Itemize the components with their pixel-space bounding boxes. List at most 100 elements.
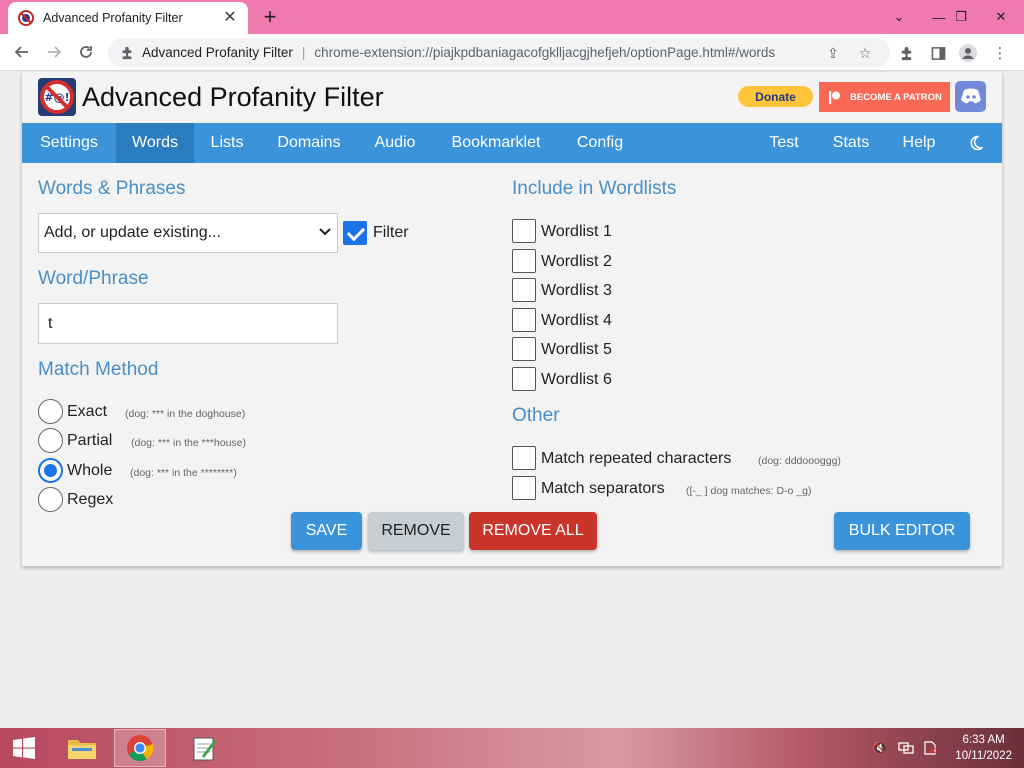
bookmark-star-icon[interactable]: ☆: [856, 44, 874, 62]
wordlist-2-checkbox[interactable]: [512, 249, 536, 273]
site-chip-label: Advanced Profanity Filter: [142, 45, 293, 60]
clock-time: 6:33 AM: [962, 734, 1005, 746]
nav-words[interactable]: Words: [116, 123, 194, 163]
match-partial-label: Partial: [67, 432, 113, 449]
extensions-icon[interactable]: [896, 43, 916, 63]
chevron-down-icon: [319, 225, 331, 239]
word-phrase-value: t: [48, 314, 53, 332]
match-exact-radio[interactable]: [38, 399, 63, 424]
word-phrase-input[interactable]: t: [38, 303, 338, 344]
match-separators-label: Match separators: [541, 480, 665, 497]
wordlist-6-label: Wordlist 6: [541, 371, 612, 388]
chrome-icon: [127, 735, 154, 762]
side-panel-icon[interactable]: [928, 43, 948, 63]
match-repeated-checkbox[interactable]: [512, 446, 536, 470]
address-separator: |: [301, 45, 306, 60]
nav-audio[interactable]: Audio: [358, 123, 432, 163]
match-separators-checkbox[interactable]: [512, 476, 536, 500]
patreon-icon: [829, 90, 840, 104]
back-button[interactable]: [9, 39, 35, 65]
match-exact-label: Exact: [67, 403, 108, 420]
nav-stats[interactable]: Stats: [817, 123, 885, 163]
wordlist-3-checkbox[interactable]: [512, 278, 536, 302]
restore-button[interactable]: ❐: [944, 0, 978, 34]
match-repeated-hint: (dog: dddoooggg): [758, 455, 841, 467]
wordlist-5-checkbox[interactable]: [512, 337, 536, 361]
word-select[interactable]: Add, or update existing...: [38, 213, 338, 253]
reload-button[interactable]: [73, 39, 99, 65]
nav-lists[interactable]: Lists: [194, 123, 260, 163]
nav-help[interactable]: Help: [888, 123, 950, 163]
system-clock[interactable]: 6:33 AM 10/11/2022: [955, 732, 1012, 764]
save-button[interactable]: SAVE: [291, 512, 362, 550]
browser-tab[interactable]: Advanced Profanity Filter ✕: [8, 2, 248, 34]
notepad-icon: [193, 737, 216, 761]
nav-domains[interactable]: Domains: [260, 123, 358, 163]
close-window-button[interactable]: ✕: [984, 0, 1018, 34]
wordlist-4-label: Wordlist 4: [541, 312, 612, 329]
nav-config[interactable]: Config: [560, 123, 640, 163]
moon-icon: [970, 135, 984, 151]
puzzle-icon: [122, 46, 132, 59]
notepad-taskbar-button[interactable]: [178, 729, 230, 767]
windows-logo-icon: [13, 737, 35, 759]
discord-icon: [960, 88, 981, 104]
nav-bookmarklet[interactable]: Bookmarklet: [432, 123, 560, 163]
new-tab-button[interactable]: +: [258, 6, 282, 28]
dark-mode-toggle[interactable]: [954, 123, 998, 163]
wordlists-title: Include in Wordlists: [512, 178, 677, 199]
address-bar[interactable]: Advanced Profanity Filter | chrome-exten…: [108, 38, 890, 67]
wordlist-4-checkbox[interactable]: [512, 308, 536, 332]
match-regex-radio[interactable]: [38, 487, 63, 512]
remove-button[interactable]: REMOVE: [368, 512, 464, 550]
extension-favicon-icon: [18, 10, 34, 26]
tab-search-icon[interactable]: ⌄: [882, 0, 916, 34]
start-button[interactable]: [0, 729, 48, 767]
bulk-editor-button[interactable]: BULK EDITOR: [834, 512, 970, 550]
discord-button[interactable]: [955, 81, 986, 112]
other-title: Other: [512, 405, 560, 426]
match-whole-label: Whole: [67, 462, 113, 479]
match-separators-hint: ([-_ ] dog matches: D-o _g): [686, 485, 812, 497]
tab-close-icon[interactable]: ✕: [222, 10, 238, 26]
wordlist-6-checkbox[interactable]: [512, 367, 536, 391]
wordlist-3-label: Wordlist 3: [541, 282, 612, 299]
wordlist-2-label: Wordlist 2: [541, 253, 612, 270]
url-text: chrome-extension://piajkpdbaniagacofgkll…: [314, 45, 776, 60]
forward-button[interactable]: [41, 39, 67, 65]
arrow-left-icon: [14, 46, 28, 58]
match-partial-radio[interactable]: [38, 428, 63, 453]
action-center-icon[interactable]: [922, 740, 938, 756]
share-icon[interactable]: ⇪: [824, 44, 842, 62]
nav-test[interactable]: Test: [753, 123, 815, 163]
network-icon[interactable]: [898, 740, 914, 756]
profile-avatar-icon[interactable]: [958, 43, 978, 63]
match-method-title: Match Method: [38, 359, 159, 380]
reload-icon: [80, 46, 92, 58]
browser-titlebar: Advanced Profanity Filter ✕ + ⌄ — ❐ ✕: [0, 0, 1024, 34]
main-nav: Settings Words Lists Domains Audio Bookm…: [22, 123, 1002, 163]
remove-all-button[interactable]: REMOVE ALL: [469, 512, 597, 550]
match-regex-label: Regex: [67, 491, 114, 508]
chrome-taskbar-button[interactable]: [114, 729, 166, 767]
nav-settings[interactable]: Settings: [22, 123, 116, 163]
app-title: Advanced Profanity Filter: [82, 82, 384, 112]
donate-button[interactable]: Donate: [738, 86, 813, 107]
windows-taskbar: 🔇 6:33 AM 10/11/2022: [0, 728, 1024, 768]
file-explorer-button[interactable]: [56, 729, 108, 767]
match-exact-hint: (dog: *** in the doghouse): [125, 408, 246, 420]
person-icon: [959, 44, 977, 62]
wordlist-1-checkbox[interactable]: [512, 219, 536, 243]
page: #@! Advanced Profanity Filter Donate BEC…: [0, 72, 1024, 728]
wordlist-1-label: Wordlist 1: [541, 223, 612, 240]
app-logo-icon: #@!: [38, 78, 76, 116]
become-patron-button[interactable]: BECOME A PATRON: [819, 82, 950, 112]
volume-muted-icon[interactable]: 🔇: [872, 740, 888, 756]
match-whole-radio[interactable]: [38, 458, 63, 483]
filter-label: Filter: [373, 224, 409, 241]
menu-kebab-icon[interactable]: ⋮: [990, 43, 1010, 63]
app-header: #@! Advanced Profanity Filter Donate BEC…: [22, 72, 1002, 123]
match-whole-hint: (dog: *** in the ********): [130, 467, 237, 479]
filter-checkbox[interactable]: [343, 221, 367, 245]
word-select-value: Add, or update existing...: [44, 224, 221, 241]
